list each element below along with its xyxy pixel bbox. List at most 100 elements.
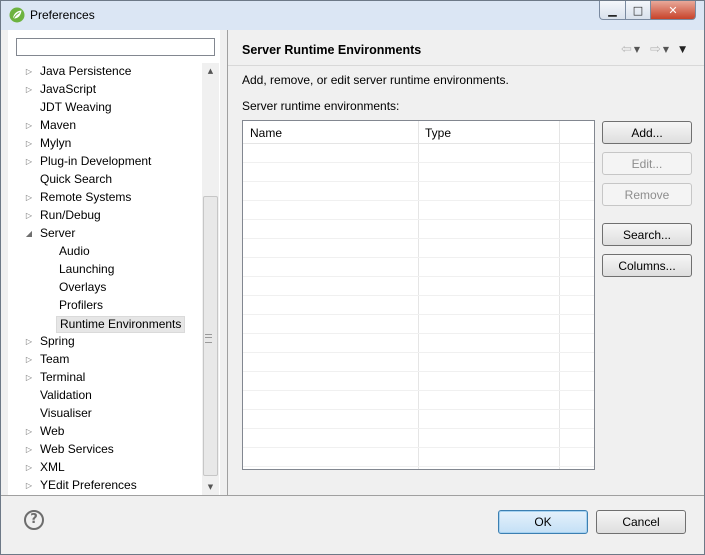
minimize-button[interactable]: ▁ — [599, 1, 626, 20]
minimize-icon: ▁ — [608, 3, 617, 17]
back-dropdown-icon[interactable]: ▼ — [634, 45, 640, 54]
preference-tree: ▷ Java Persistence ▷ JavaScript JDT Weaving ▷… — [8, 63, 201, 495]
tree-item[interactable]: ▷ YEdit Preferences — [8, 477, 201, 495]
tree-expand-icon[interactable]: ▷ — [24, 477, 34, 495]
filter-input[interactable] — [16, 38, 215, 56]
tree-item[interactable]: ▷ Remote Systems — [8, 189, 201, 207]
tree-expand-icon[interactable]: ▷ — [24, 135, 34, 153]
column-header-name[interactable]: Name — [243, 121, 282, 143]
tree-item-label: JDT Weaving — [40, 100, 112, 114]
tree-item-label: Server — [40, 226, 76, 240]
tree-item[interactable]: ▷ Team — [8, 351, 201, 369]
column-header-extra[interactable] — [559, 121, 566, 143]
edit-button[interactable]: Edit... — [602, 152, 692, 175]
tree-item-label: Profilers — [59, 298, 104, 312]
tree-item[interactable]: JDT Weaving — [8, 99, 201, 117]
tree-scrollbar[interactable]: ▲ ▼ — [202, 63, 219, 495]
view-menu-icon[interactable]: ▼ — [679, 45, 686, 55]
add-button[interactable]: Add... — [602, 121, 692, 144]
tree-item[interactable]: ▷ XML — [8, 459, 201, 477]
remove-button[interactable]: Remove — [602, 183, 692, 206]
tree-item[interactable]: ◢ Server — [8, 225, 201, 243]
tree-item[interactable]: ▷ Web Services — [8, 441, 201, 459]
tree-item[interactable]: Launching — [8, 261, 201, 279]
table-row-line — [243, 409, 594, 410]
window-controls: ▁ □ ✕ — [599, 1, 696, 20]
tree-expand-icon[interactable]: ▷ — [24, 423, 34, 441]
runtime-environments-table[interactable]: Name Type — [242, 120, 595, 470]
tree-expand-icon[interactable]: ▷ — [24, 189, 34, 207]
table-row-line — [243, 181, 594, 182]
tree-expand-icon[interactable]: ▷ — [24, 351, 34, 369]
table-row-line — [243, 257, 594, 258]
tree-item[interactable]: ▷ Terminal — [8, 369, 201, 387]
tree-expand-icon[interactable]: ▷ — [24, 333, 34, 351]
table-row-line — [243, 295, 594, 296]
forward-arrow-icon[interactable]: ⇨ — [650, 42, 661, 57]
tree-item-label: Run/Debug — [40, 208, 101, 222]
table-row-line — [243, 162, 594, 163]
table-row-line — [243, 390, 594, 391]
tree-expand-icon[interactable]: ▷ — [24, 63, 34, 81]
tree-item[interactable]: ▷ Mylyn — [8, 135, 201, 153]
tree-item-label: Visualiser — [40, 406, 92, 420]
table-row-line — [243, 371, 594, 372]
scrollbar-grip-icon — [205, 334, 212, 343]
tree-expand-icon[interactable]: ▷ — [24, 117, 34, 135]
tree-item-label: JavaScript — [40, 82, 97, 96]
page-header: Server Runtime Environments ⇦ ▼ ⇨ ▼ ▼ — [228, 30, 704, 68]
tree-item-label: Web Services — [40, 442, 114, 456]
tree-item-label: Team — [40, 352, 70, 366]
tree-item-label: XML — [40, 460, 65, 474]
maximize-button[interactable]: □ — [626, 1, 651, 20]
window-title: Preferences — [30, 8, 95, 22]
tree-expand-icon[interactable]: ▷ — [24, 369, 34, 387]
tree-item[interactable]: Overlays — [8, 279, 201, 297]
tree-collapse-icon[interactable]: ◢ — [24, 225, 34, 243]
tree-expand-icon[interactable]: ▷ — [24, 207, 34, 225]
tree-item[interactable]: ▷ Java Persistence — [8, 63, 201, 81]
spring-leaf-icon — [9, 7, 25, 23]
tree-expand-icon[interactable]: ▷ — [24, 153, 34, 171]
tree-expand-icon[interactable]: ▷ — [24, 441, 34, 459]
forward-dropdown-icon[interactable]: ▼ — [663, 45, 669, 54]
table-row-line — [243, 200, 594, 201]
tree-item[interactable]: ▷ Web — [8, 423, 201, 441]
tree-item[interactable]: ▷ Maven — [8, 117, 201, 135]
tree-item-label: Java Persistence — [40, 64, 132, 78]
tree-item[interactable]: Profilers — [8, 297, 201, 315]
scroll-down-icon[interactable]: ▼ — [202, 479, 219, 495]
tree-item[interactable]: ▷ Plug-in Development — [8, 153, 201, 171]
tree-item[interactable]: ▷ Run/Debug — [8, 207, 201, 225]
table-row-line — [243, 314, 594, 315]
help-icon[interactable]: ? — [24, 510, 44, 530]
search-button[interactable]: Search... — [602, 223, 692, 246]
runtime-list-label: Server runtime environments: — [242, 99, 400, 113]
tree-expand-icon[interactable]: ▷ — [24, 459, 34, 477]
table-row-line — [243, 352, 594, 353]
ok-button[interactable]: OK — [498, 510, 588, 534]
tree-item[interactable]: Quick Search — [8, 171, 201, 189]
header-separator — [228, 65, 704, 66]
columns-button[interactable]: Columns... — [602, 254, 692, 277]
tree-item-label: Plug-in Development — [40, 154, 152, 168]
tree-item[interactable]: Runtime Environments — [8, 315, 201, 333]
tree-item[interactable]: Validation — [8, 387, 201, 405]
tree-expand-icon[interactable]: ▷ — [24, 81, 34, 99]
close-button[interactable]: ✕ — [651, 1, 696, 20]
tree-item[interactable]: ▷ JavaScript — [8, 81, 201, 99]
preferences-dialog: Preferences ▁ □ ✕ ▷ Java Persistence ▷ Java… — [0, 0, 705, 555]
page-description: Add, remove, or edit server runtime envi… — [242, 73, 509, 87]
tree-item[interactable]: Audio — [8, 243, 201, 261]
tree-item[interactable]: ▷ Spring — [8, 333, 201, 351]
cancel-button[interactable]: Cancel — [596, 510, 686, 534]
scroll-up-icon[interactable]: ▲ — [202, 63, 219, 79]
tree-item-label: Spring — [40, 334, 75, 348]
sash[interactable] — [227, 30, 228, 495]
tree-item-label: Terminal — [40, 370, 86, 384]
title-bar: Preferences ▁ □ ✕ — [1, 1, 704, 30]
back-arrow-icon[interactable]: ⇦ — [621, 42, 632, 57]
tree-item[interactable]: Visualiser — [8, 405, 201, 423]
table-row-line — [243, 466, 594, 467]
column-header-type[interactable]: Type — [418, 121, 451, 143]
